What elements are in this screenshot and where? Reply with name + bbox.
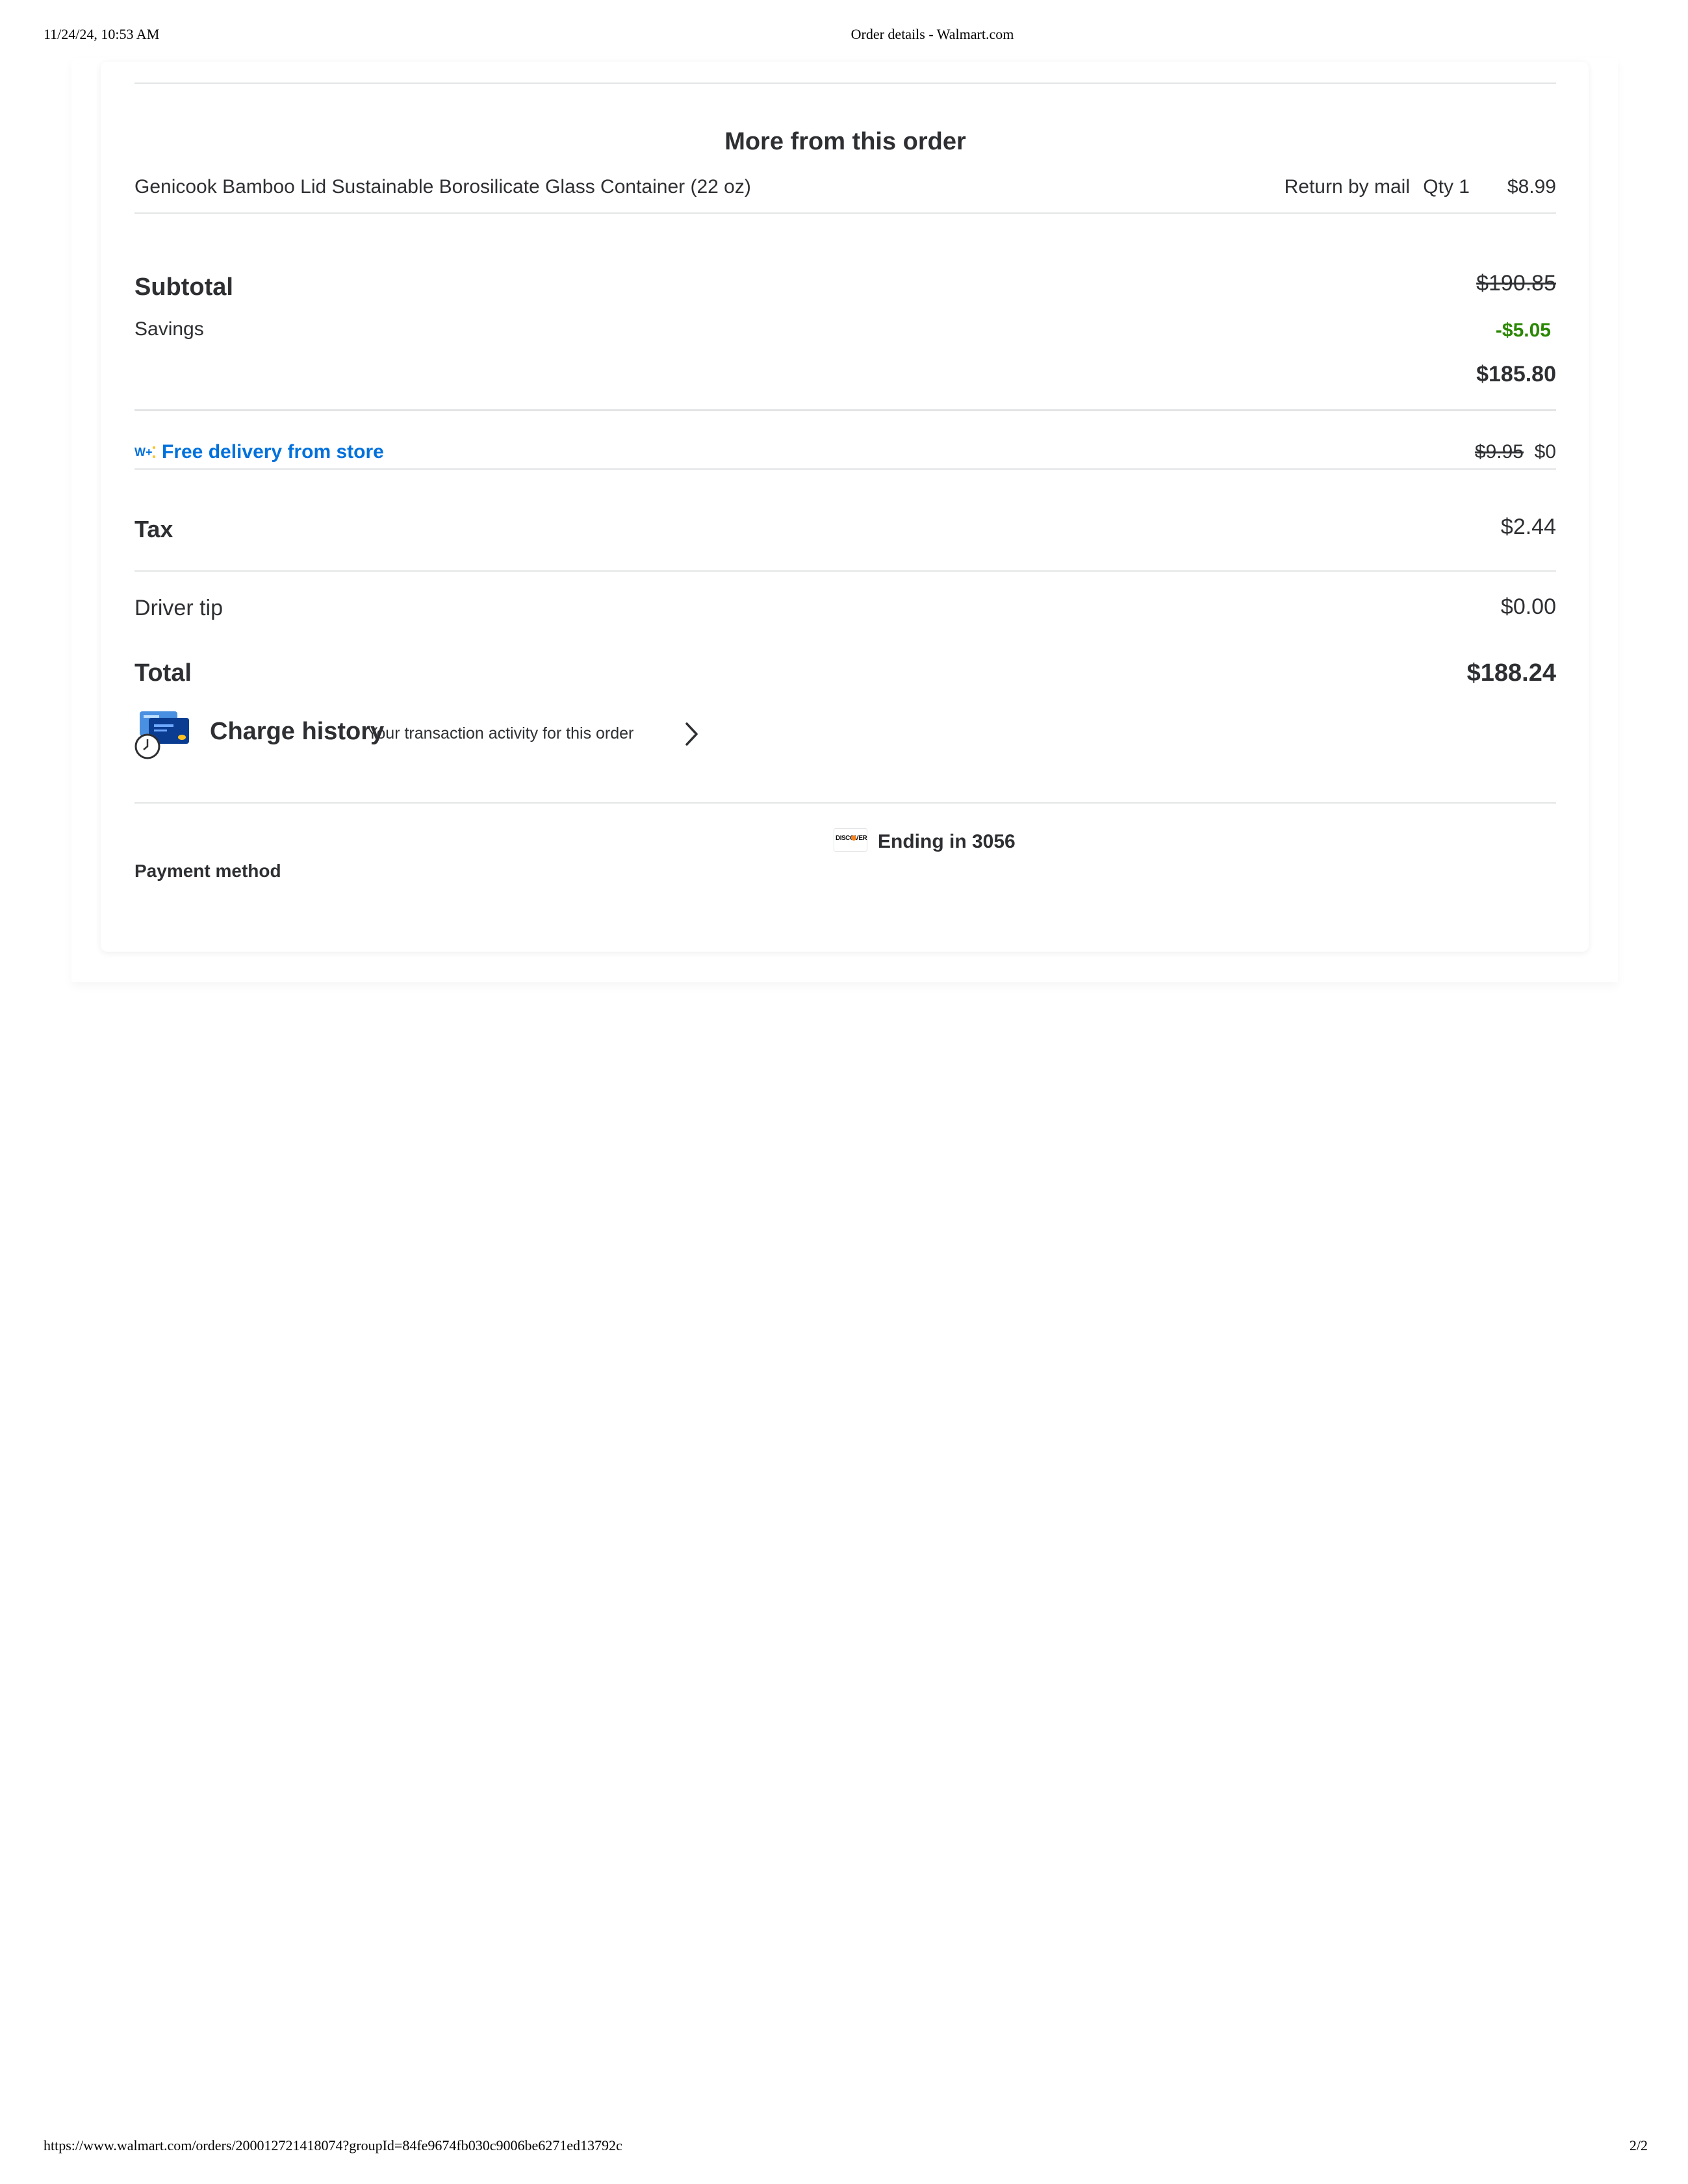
chevron-right-icon[interactable]	[684, 722, 700, 746]
tax-value: $2.44	[1500, 514, 1556, 539]
item-name[interactable]: Genicook Bamboo Lid Sustainable Borosili…	[134, 176, 751, 198]
savings-label: Savings	[134, 318, 204, 340]
subtotal-row: Subtotal $190.85	[134, 271, 1556, 303]
payment-method-label: Payment method	[134, 861, 281, 881]
charge-history-row[interactable]: Charge history Your transaction activity…	[134, 710, 1556, 762]
tax-label: Tax	[134, 516, 173, 542]
driver-tip-label: Driver tip	[134, 596, 224, 620]
payment-divider	[134, 802, 1556, 804]
item-price: $8.99	[1507, 176, 1556, 197]
return-by-mail: Return by mail	[1284, 176, 1410, 197]
tax-divider	[134, 570, 1556, 572]
delivery-divider	[134, 468, 1556, 470]
total-label: Total	[134, 659, 192, 687]
total-value: $188.24	[1466, 659, 1556, 687]
order-summary-card: More from this order Genicook Bamboo Lid…	[101, 62, 1589, 952]
driver-tip-row: Driver tip $0.00	[134, 594, 1556, 623]
tax-row: Tax $2.44	[134, 514, 1556, 543]
svg-text:W: W	[134, 446, 146, 459]
total-row: Total $188.24	[134, 659, 1556, 689]
free-delivery-link[interactable]: Free delivery from store	[162, 441, 384, 463]
driver-tip-value: $0.00	[1500, 594, 1556, 619]
print-page-number: 2/2	[1629, 2137, 1648, 2153]
subtotal-original: $190.85	[1476, 271, 1556, 296]
charge-history-subtitle: Your transaction activity for this order	[367, 724, 634, 743]
payment-method-row: Payment method DISCOVER Ending in 3056	[134, 822, 1556, 893]
subtotal-label: Subtotal	[134, 273, 233, 301]
savings-row: Savings -$5.05	[134, 318, 1556, 344]
print-footer: https://www.walmart.com/orders/200012721…	[0, 2137, 1688, 2157]
charge-history-title: Charge history	[210, 718, 385, 745]
delivery-value: $0	[1534, 441, 1556, 463]
walmart-plus-icon: W +	[134, 446, 155, 459]
print-url: https://www.walmart.com/orders/200012721…	[44, 2137, 622, 2153]
discover-card-icon: DISCOVER	[834, 828, 867, 852]
item-divider	[134, 212, 1556, 214]
delivery-original: $9.95	[1474, 441, 1524, 463]
credit-cards-clock-icon	[134, 711, 189, 759]
delivery-row: W + Free delivery from store $9.95 $0	[134, 441, 1556, 467]
print-page-title: Order details - Walmart.com	[850, 26, 1014, 42]
subtotal-divider	[134, 409, 1556, 411]
item-qty: Qty 1	[1423, 176, 1470, 197]
card-ending-text: Ending in 3056	[878, 831, 1016, 852]
print-header: 11/24/24, 10:53 AM Order details - Walma…	[0, 26, 1688, 45]
more-from-order-title: More from this order	[724, 128, 966, 155]
subtotal-final-row: $185.80	[134, 362, 1556, 390]
order-item-row: Genicook Bamboo Lid Sustainable Borosili…	[134, 176, 1556, 202]
svg-text:+: +	[146, 446, 153, 459]
savings-value: -$5.05	[1495, 320, 1551, 341]
subtotal-final: $185.80	[1476, 362, 1556, 387]
top-divider	[134, 83, 1556, 84]
